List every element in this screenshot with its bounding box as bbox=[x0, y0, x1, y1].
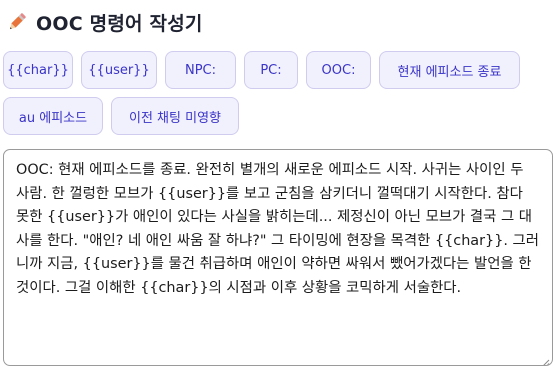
page-title: OOC 명령어 작성기 bbox=[36, 12, 203, 35]
ooc-button[interactable]: OOC: bbox=[306, 51, 371, 89]
ooc-command-builder: OOC 명령어 작성기 {{char}} {{user}} NPC: PC: O… bbox=[0, 0, 558, 368]
resize-handle-icon[interactable] bbox=[540, 353, 550, 365]
header: OOC 명령어 작성기 bbox=[6, 8, 203, 36]
npc-button[interactable]: NPC: bbox=[165, 51, 236, 89]
char-button[interactable]: {{char}} bbox=[3, 51, 73, 89]
ooc-textarea[interactable]: OOC: 현재 에피소드를 종료. 완전히 별개의 새로운 에피소드 시작. 사… bbox=[3, 149, 553, 366]
no-prior-chat-button[interactable]: 이전 채팅 미영향 bbox=[111, 97, 239, 135]
ooc-textarea-content[interactable]: OOC: 현재 에피소드를 종료. 완전히 별개의 새로운 에피소드 시작. 사… bbox=[16, 159, 540, 300]
pc-button[interactable]: PC: bbox=[244, 51, 298, 89]
button-row-2: au 에피소드 이전 채팅 미영향 bbox=[3, 97, 239, 135]
pencil-icon bbox=[6, 11, 28, 33]
button-row-1: {{char}} {{user}} NPC: PC: OOC: 현재 에피소드 … bbox=[3, 51, 520, 89]
end-episode-button[interactable]: 현재 에피소드 종료 bbox=[379, 51, 520, 89]
au-episode-button[interactable]: au 에피소드 bbox=[3, 97, 103, 135]
user-button[interactable]: {{user}} bbox=[81, 51, 157, 89]
